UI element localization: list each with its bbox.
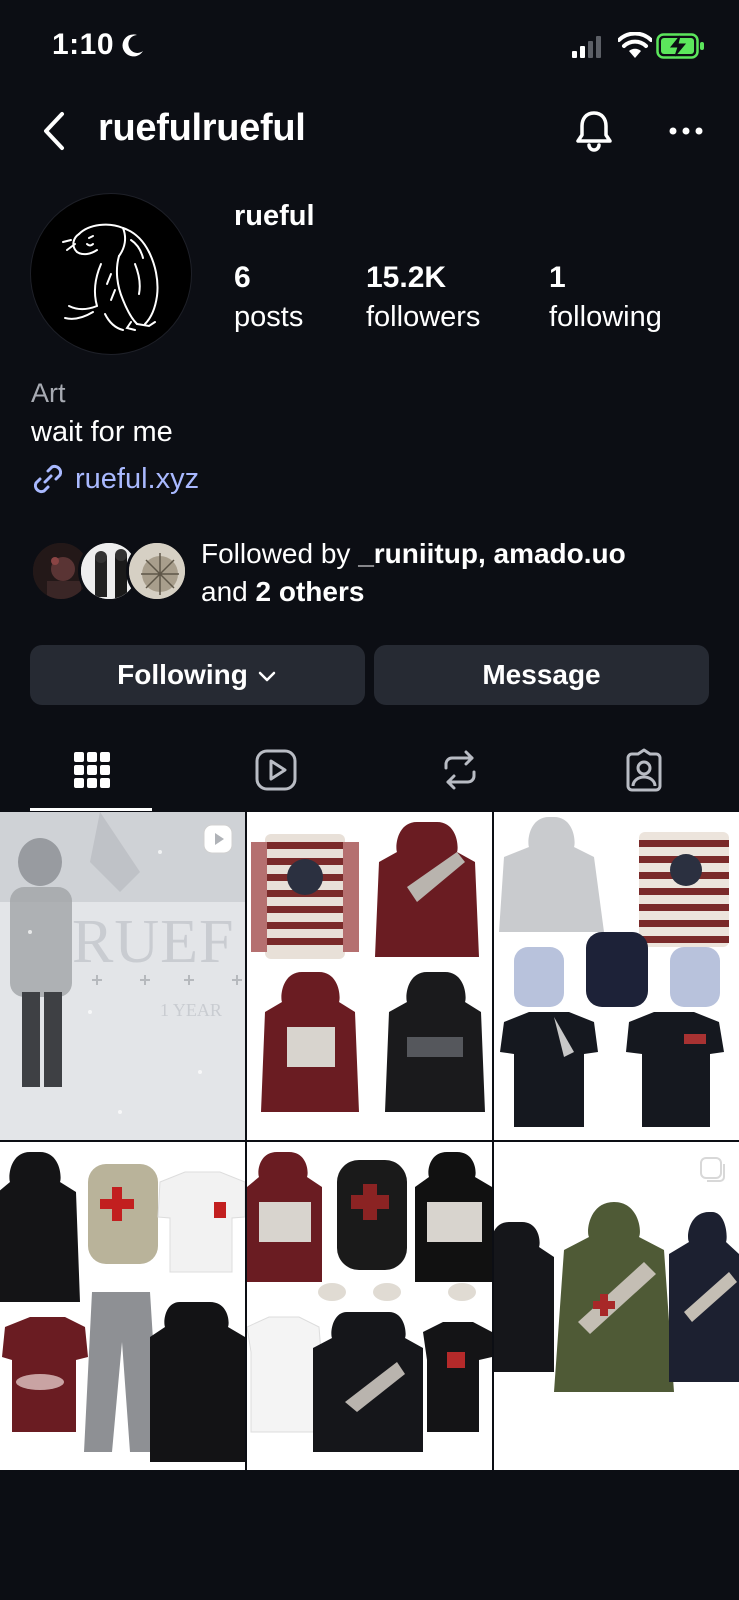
- profile-category: Art: [31, 378, 66, 408]
- message-button[interactable]: Message: [374, 645, 709, 705]
- reels-icon: [255, 749, 297, 791]
- followed-by-text[interactable]: Followed by _runiitup, amado.uo and 2 ot…: [201, 535, 701, 611]
- carousel-badge-icon: [700, 1157, 725, 1182]
- dog-sketch-icon: [62, 223, 159, 331]
- reel-title-text: RUEF: [72, 908, 235, 976]
- grid-post[interactable]: RUEF 1 YEAR: [0, 812, 245, 1140]
- battery-charging-icon: [656, 33, 704, 59]
- profile-link-text: rueful.xyz: [75, 462, 200, 495]
- profile-tabs: [0, 728, 739, 812]
- status-bar: 1:10: [0, 0, 739, 95]
- reel-badge-icon: [203, 824, 233, 854]
- moon-icon: [122, 34, 143, 57]
- followers-label: followers: [366, 301, 481, 333]
- notification-bell-icon[interactable]: [570, 107, 618, 155]
- active-tab-indicator: [30, 808, 152, 811]
- following-label: following: [549, 301, 662, 333]
- posts-label: posts: [234, 301, 304, 333]
- repost-icon: [444, 750, 476, 790]
- grid-post[interactable]: [0, 1142, 245, 1470]
- profile-link[interactable]: rueful.xyz: [31, 462, 199, 496]
- chevron-left-icon: [44, 112, 64, 150]
- followers-stat[interactable]: 15.2K followers: [366, 258, 480, 336]
- tab-posts-grid[interactable]: [0, 728, 184, 812]
- grid-post[interactable]: [494, 812, 739, 1140]
- status-time: 1:10: [52, 28, 115, 61]
- grid-icon: [74, 752, 110, 788]
- grid-post[interactable]: [494, 1142, 739, 1470]
- following-stat[interactable]: 1 following: [549, 258, 662, 336]
- followed-by-and: and: [201, 576, 256, 607]
- chevron-down-icon: [258, 671, 276, 682]
- following-button-label: Following: [117, 659, 248, 690]
- followed-by-others: 2 others: [255, 576, 365, 607]
- mutual-followers-avatars[interactable]: [30, 540, 190, 604]
- posts-grid: RUEF 1 YEAR: [0, 812, 739, 1472]
- grid-post[interactable]: [247, 812, 492, 1140]
- following-count: 1: [549, 261, 566, 294]
- header-username: ruefulrueful: [98, 107, 306, 149]
- profile-avatar[interactable]: [30, 193, 192, 355]
- profile-header: ruefulrueful: [0, 95, 739, 165]
- cellular-signal-icon: [572, 36, 601, 58]
- wifi-icon: [618, 32, 652, 58]
- display-name: rueful: [234, 200, 315, 232]
- posts-stat[interactable]: 6 posts: [234, 258, 303, 336]
- followers-count: 15.2K: [366, 261, 447, 294]
- back-button[interactable]: [36, 109, 72, 153]
- tab-tagged[interactable]: [552, 728, 736, 812]
- tab-reels[interactable]: [184, 728, 368, 812]
- tab-reposts[interactable]: [368, 728, 552, 812]
- grid-post[interactable]: [247, 1142, 492, 1470]
- mutual-avatar: [126, 540, 188, 602]
- posts-count: 6: [234, 261, 251, 294]
- more-dots-icon: [669, 127, 703, 135]
- reel-subtitle-text: 1 YEAR: [160, 1000, 222, 1020]
- tagged-person-icon: [626, 748, 662, 792]
- link-icon: [33, 464, 63, 494]
- profile-bio: wait for me: [31, 416, 173, 448]
- followed-by-names: _runiitup, amado.uo: [358, 538, 626, 569]
- following-button[interactable]: Following: [30, 645, 365, 705]
- followed-by-prefix: Followed by: [201, 538, 359, 569]
- more-options-button[interactable]: [666, 111, 706, 151]
- message-button-label: Message: [482, 659, 601, 690]
